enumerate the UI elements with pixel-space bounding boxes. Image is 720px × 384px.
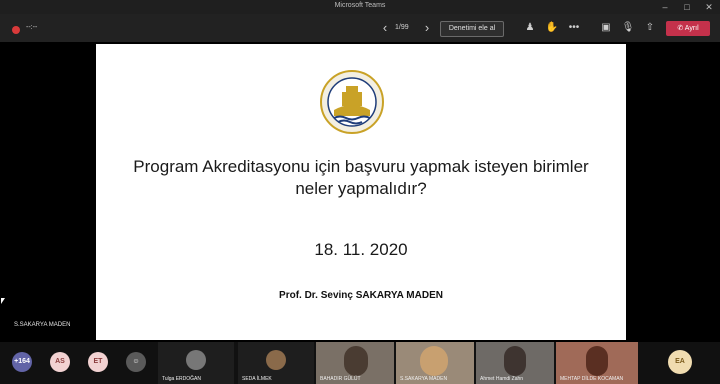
participant-name: MEHTAP DİLDE KOCAMAN — [560, 376, 624, 382]
previous-slide-button[interactable]: ‹ — [378, 20, 392, 36]
share-screen-icon[interactable]: ⇧ — [642, 21, 658, 35]
avatar[interactable]: AS — [50, 352, 70, 372]
leave-button[interactable]: ✆ Ayrıl — [666, 21, 710, 36]
people-icon[interactable]: ♟ — [522, 21, 538, 35]
participant-video-tile[interactable]: BAHADIR GÜLÜT — [316, 342, 394, 384]
slide-title-line: neler yapmalıdır? — [295, 179, 427, 198]
window-title: Microsoft Teams — [334, 2, 386, 9]
meeting-timer: --:-- — [26, 24, 38, 31]
leave-label: Ayrıl — [684, 25, 699, 32]
participant-tile[interactable]: Tulga ERDOĞAN — [158, 342, 234, 384]
avatar — [186, 350, 206, 370]
participant-tile[interactable]: SEDA İLMEK — [238, 342, 314, 384]
recording-icon — [12, 26, 20, 34]
avatar[interactable]: EA — [668, 350, 692, 374]
slide-date: 18. 11. 2020 — [314, 240, 408, 259]
window-titlebar: Microsoft Teams – □ ✕ — [0, 0, 720, 14]
slide-title-line: Program Akreditasyonu için başvuru yapma… — [133, 157, 589, 176]
overflow-participants-button[interactable]: +164 — [12, 352, 32, 372]
minimize-icon[interactable]: – — [654, 1, 676, 13]
participant-video — [504, 346, 526, 376]
participant-name: S.SAKARYA MADEN — [400, 376, 448, 382]
participant-video — [586, 346, 608, 376]
participant-video — [344, 346, 368, 376]
slide-counter: 1/99 — [395, 24, 409, 31]
participant-video — [420, 346, 448, 376]
avatar — [266, 350, 286, 370]
university-logo — [320, 70, 384, 134]
avatar[interactable]: ET — [88, 352, 108, 372]
meeting-toolbar: --:-- ‹ 1/99 › Denetimi ele al ♟ ✋ ••• ▣… — [0, 14, 720, 42]
take-control-button[interactable]: Denetimi ele al — [440, 21, 504, 37]
more-options-icon[interactable]: ••• — [566, 21, 582, 35]
maximize-icon[interactable]: □ — [676, 1, 698, 13]
mouse-cursor-icon — [1, 298, 5, 304]
participant-name: BAHADIR GÜLÜT — [320, 376, 361, 382]
slide-author: Prof. Dr. Sevinç SAKARYA MADEN — [279, 290, 443, 301]
presenter-name: S.SAKARYA MADEN — [14, 322, 71, 328]
participant-name: SEDA İLMEK — [242, 376, 272, 382]
participant-video-tile[interactable]: MEHTAP DİLDE KOCAMAN — [556, 342, 638, 384]
camera-off-icon[interactable]: ▣ — [598, 21, 614, 35]
participant-name: Ahmet Hamdi Zahn — [480, 376, 524, 382]
avatar-photo[interactable]: ☺ — [126, 352, 146, 372]
slide-title: Program Akreditasyonu için başvuru yapma… — [96, 156, 626, 200]
raise-hand-icon[interactable]: ✋ — [544, 21, 560, 35]
phone-hangup-icon: ✆ — [677, 25, 684, 32]
next-slide-button[interactable]: › — [420, 20, 434, 36]
microphone-off-icon[interactable]: 🎙 — [620, 21, 636, 35]
participant-video-tile[interactable]: S.SAKARYA MADEN — [396, 342, 474, 384]
participant-video-tile[interactable]: Ahmet Hamdi Zahn — [476, 342, 554, 384]
close-icon[interactable]: ✕ — [698, 1, 720, 13]
presentation-slide: Program Akreditasyonu için başvuru yapma… — [96, 44, 626, 340]
participant-name: Tulga ERDOĞAN — [162, 376, 201, 382]
